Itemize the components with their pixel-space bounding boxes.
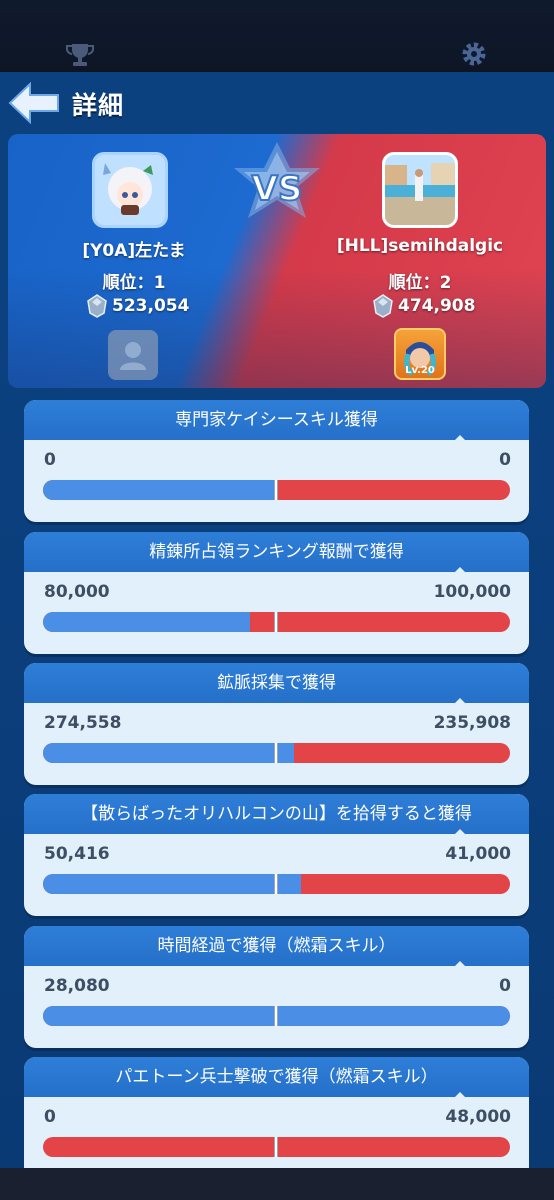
player-right-rank: 順位：2 [388,273,452,293]
comparison-bar [43,874,510,894]
comparison-bar [43,1137,510,1157]
empty-hero-slot-icon[interactable] [108,330,158,380]
person-silhouette-icon [120,342,146,370]
player-left-name: [Y0A]左たま [82,241,186,261]
player-right-name: [HLL]semihdalgic [336,236,504,256]
stat-card: パエトーン兵士撃破で獲得（燃霜スキル） 0 48,000 [24,1057,529,1179]
stat-card: 精錬所占領ランキング報酬で獲得 80,000 100,000 [24,532,529,654]
stat-title: パエトーン兵士撃破で獲得（燃霜スキル） [24,1057,529,1098]
stat-right-value: 100,000 [433,582,511,602]
stat-right-value: 0 [499,450,511,470]
hero-level: Lv.20 [405,365,435,376]
stat-card: 専門家ケイシースキル獲得 0 0 [24,400,529,522]
top-bar [0,0,554,72]
comparison-bar [43,612,510,632]
stat-left-value: 80,000 [44,582,110,602]
stat-card: 【散らばったオリハルコンの山】を拾得すると獲得 50,416 41,000 [24,794,529,916]
comparison-bar-left-fill [43,874,301,894]
vs-badge-icon: VS [234,142,320,218]
comparison-bar-center-marker [274,1137,278,1157]
orichalcum-gem-icon [373,294,393,318]
comparison-bar-center-marker [274,612,278,632]
bottom-bar [0,1168,554,1200]
page-title: 詳細 [72,91,125,120]
stat-right-value: 41,000 [445,844,511,864]
stat-left-value: 274,558 [44,713,122,733]
comparison-bar-center-marker [274,743,278,763]
player-left-score: 523,054 [112,296,190,316]
comparison-bar [43,743,510,763]
gear-icon[interactable] [460,40,488,68]
photo-avatar [385,155,455,225]
stat-right-value: 0 [499,976,511,996]
back-arrow-icon[interactable] [8,82,60,124]
player-left-avatar[interactable] [92,152,168,228]
comparison-bar-left-fill [43,612,251,632]
player-left-rank: 順位：1 [102,273,166,293]
vs-label: VS [252,169,303,209]
stat-title: 鉱脈採集で獲得 [24,663,529,704]
comparison-bar-center-marker [274,1006,278,1026]
anime-character-avatar [95,155,165,225]
stat-left-value: 50,416 [44,844,110,864]
stat-left-value: 0 [44,450,56,470]
stat-right-value: 48,000 [445,1107,511,1127]
stat-card: 鉱脈採集で獲得 274,558 235,908 [24,663,529,785]
stat-left-value: 0 [44,1107,56,1127]
stat-title: 時間経過で獲得（燃霜スキル） [24,926,529,967]
stat-title: 専門家ケイシースキル獲得 [24,400,529,441]
comparison-bar-center-marker [274,480,278,500]
player-right-score: 474,908 [398,296,476,316]
comparison-bar-left-fill [43,743,295,763]
orichalcum-gem-icon [87,294,107,318]
comparison-bar-left-fill [43,480,277,500]
stat-card: 時間経過で獲得（燃霜スキル） 28,080 0 [24,926,529,1048]
comparison-bar [43,480,510,500]
stat-title: 【散らばったオリハルコンの山】を拾得すると獲得 [24,794,529,835]
stat-right-value: 235,908 [433,713,511,733]
comparison-bar [43,1006,510,1026]
stat-title: 精錬所占領ランキング報酬で獲得 [24,532,529,573]
hero-portrait[interactable]: Lv.20 [394,328,446,380]
comparison-bar-center-marker [274,874,278,894]
player-right-avatar[interactable] [382,152,458,228]
trophy-icon[interactable] [66,42,94,68]
stat-left-value: 28,080 [44,976,110,996]
